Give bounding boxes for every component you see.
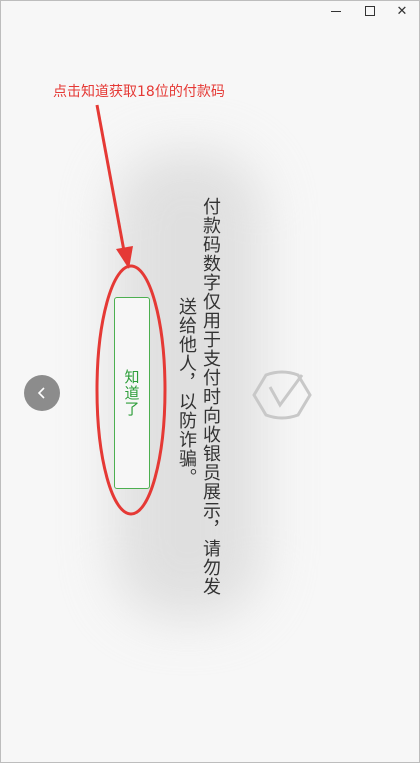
maximize-button[interactable] (353, 1, 387, 21)
back-button[interactable] (24, 375, 60, 411)
minimize-icon (331, 10, 341, 12)
minimize-button[interactable] (319, 1, 353, 21)
annotation-text: 点击知道获取18位的付款码 (53, 84, 225, 100)
dialog-message-line-2: 送给他人，以防诈骗。 (176, 297, 197, 487)
app-window: ✕ 付款码数字仅用于支付时向收银员展示，请勿发 送给他人，以防诈骗。 知道了 点… (0, 0, 420, 763)
close-icon: ✕ (396, 3, 408, 19)
close-button[interactable]: ✕ (385, 1, 419, 21)
confirm-button[interactable]: 知道了 (114, 297, 150, 489)
dialog-message-line-1: 付款码数字仅用于支付时向收银员展示，请勿发 (200, 197, 221, 596)
maximize-icon (365, 6, 375, 16)
chevron-left-icon (37, 387, 45, 399)
shield-check-icon (252, 367, 312, 427)
title-bar: ✕ (1, 1, 419, 23)
confirm-button-label: 知道了 (122, 369, 141, 417)
